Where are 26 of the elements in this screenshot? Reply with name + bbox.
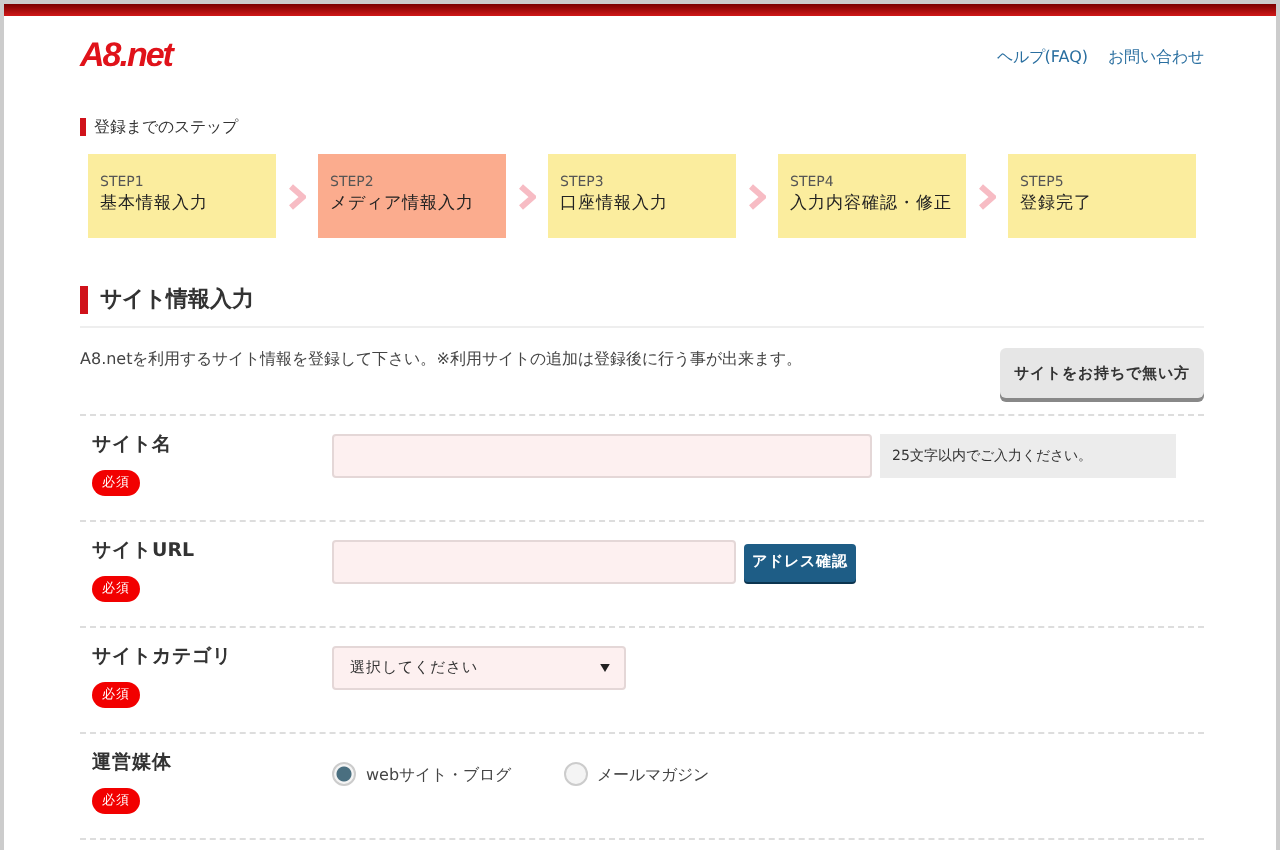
radio-label[interactable]: webサイト・ブログ: [366, 763, 512, 785]
section-title: 登録までのステップ: [94, 116, 238, 138]
input-field[interactable]: [332, 540, 736, 584]
input-field[interactable]: [332, 434, 872, 478]
chevron-icon: [288, 183, 306, 209]
chevron-icon: [978, 183, 996, 209]
field-label: サイトカテゴリ: [92, 644, 232, 670]
step-name: 入力内容確認・修正: [790, 192, 954, 216]
field-label: 運営媒体: [92, 750, 172, 776]
step-name: 口座情報入力: [560, 192, 670, 216]
field-label: サイトURL: [92, 538, 195, 564]
step-name: 登録完了: [1020, 192, 1094, 216]
radio-button[interactable]: [332, 762, 356, 786]
logo[interactable]: A8.net: [80, 36, 172, 76]
radio-label[interactable]: メールマガジン: [597, 763, 710, 785]
header-link[interactable]: ヘルプ(FAQ): [996, 45, 1088, 67]
radio-button[interactable]: [563, 762, 588, 786]
caret-icon: [600, 664, 610, 672]
field-label: サイト名: [92, 432, 172, 458]
description-text: A8.netを利用するサイト情報を登録して下さい。※利用サイトの追加は登録後に行う事が出来ます。: [80, 348, 802, 370]
chevron-icon: [518, 183, 536, 209]
header-link[interactable]: お問い合わせ: [1108, 45, 1204, 67]
step-name: メディア情報入力: [330, 192, 476, 216]
step-name: 基本情報入力: [100, 192, 210, 216]
section-title: サイト情報入力: [100, 284, 254, 314]
chevron-icon: [748, 183, 766, 209]
